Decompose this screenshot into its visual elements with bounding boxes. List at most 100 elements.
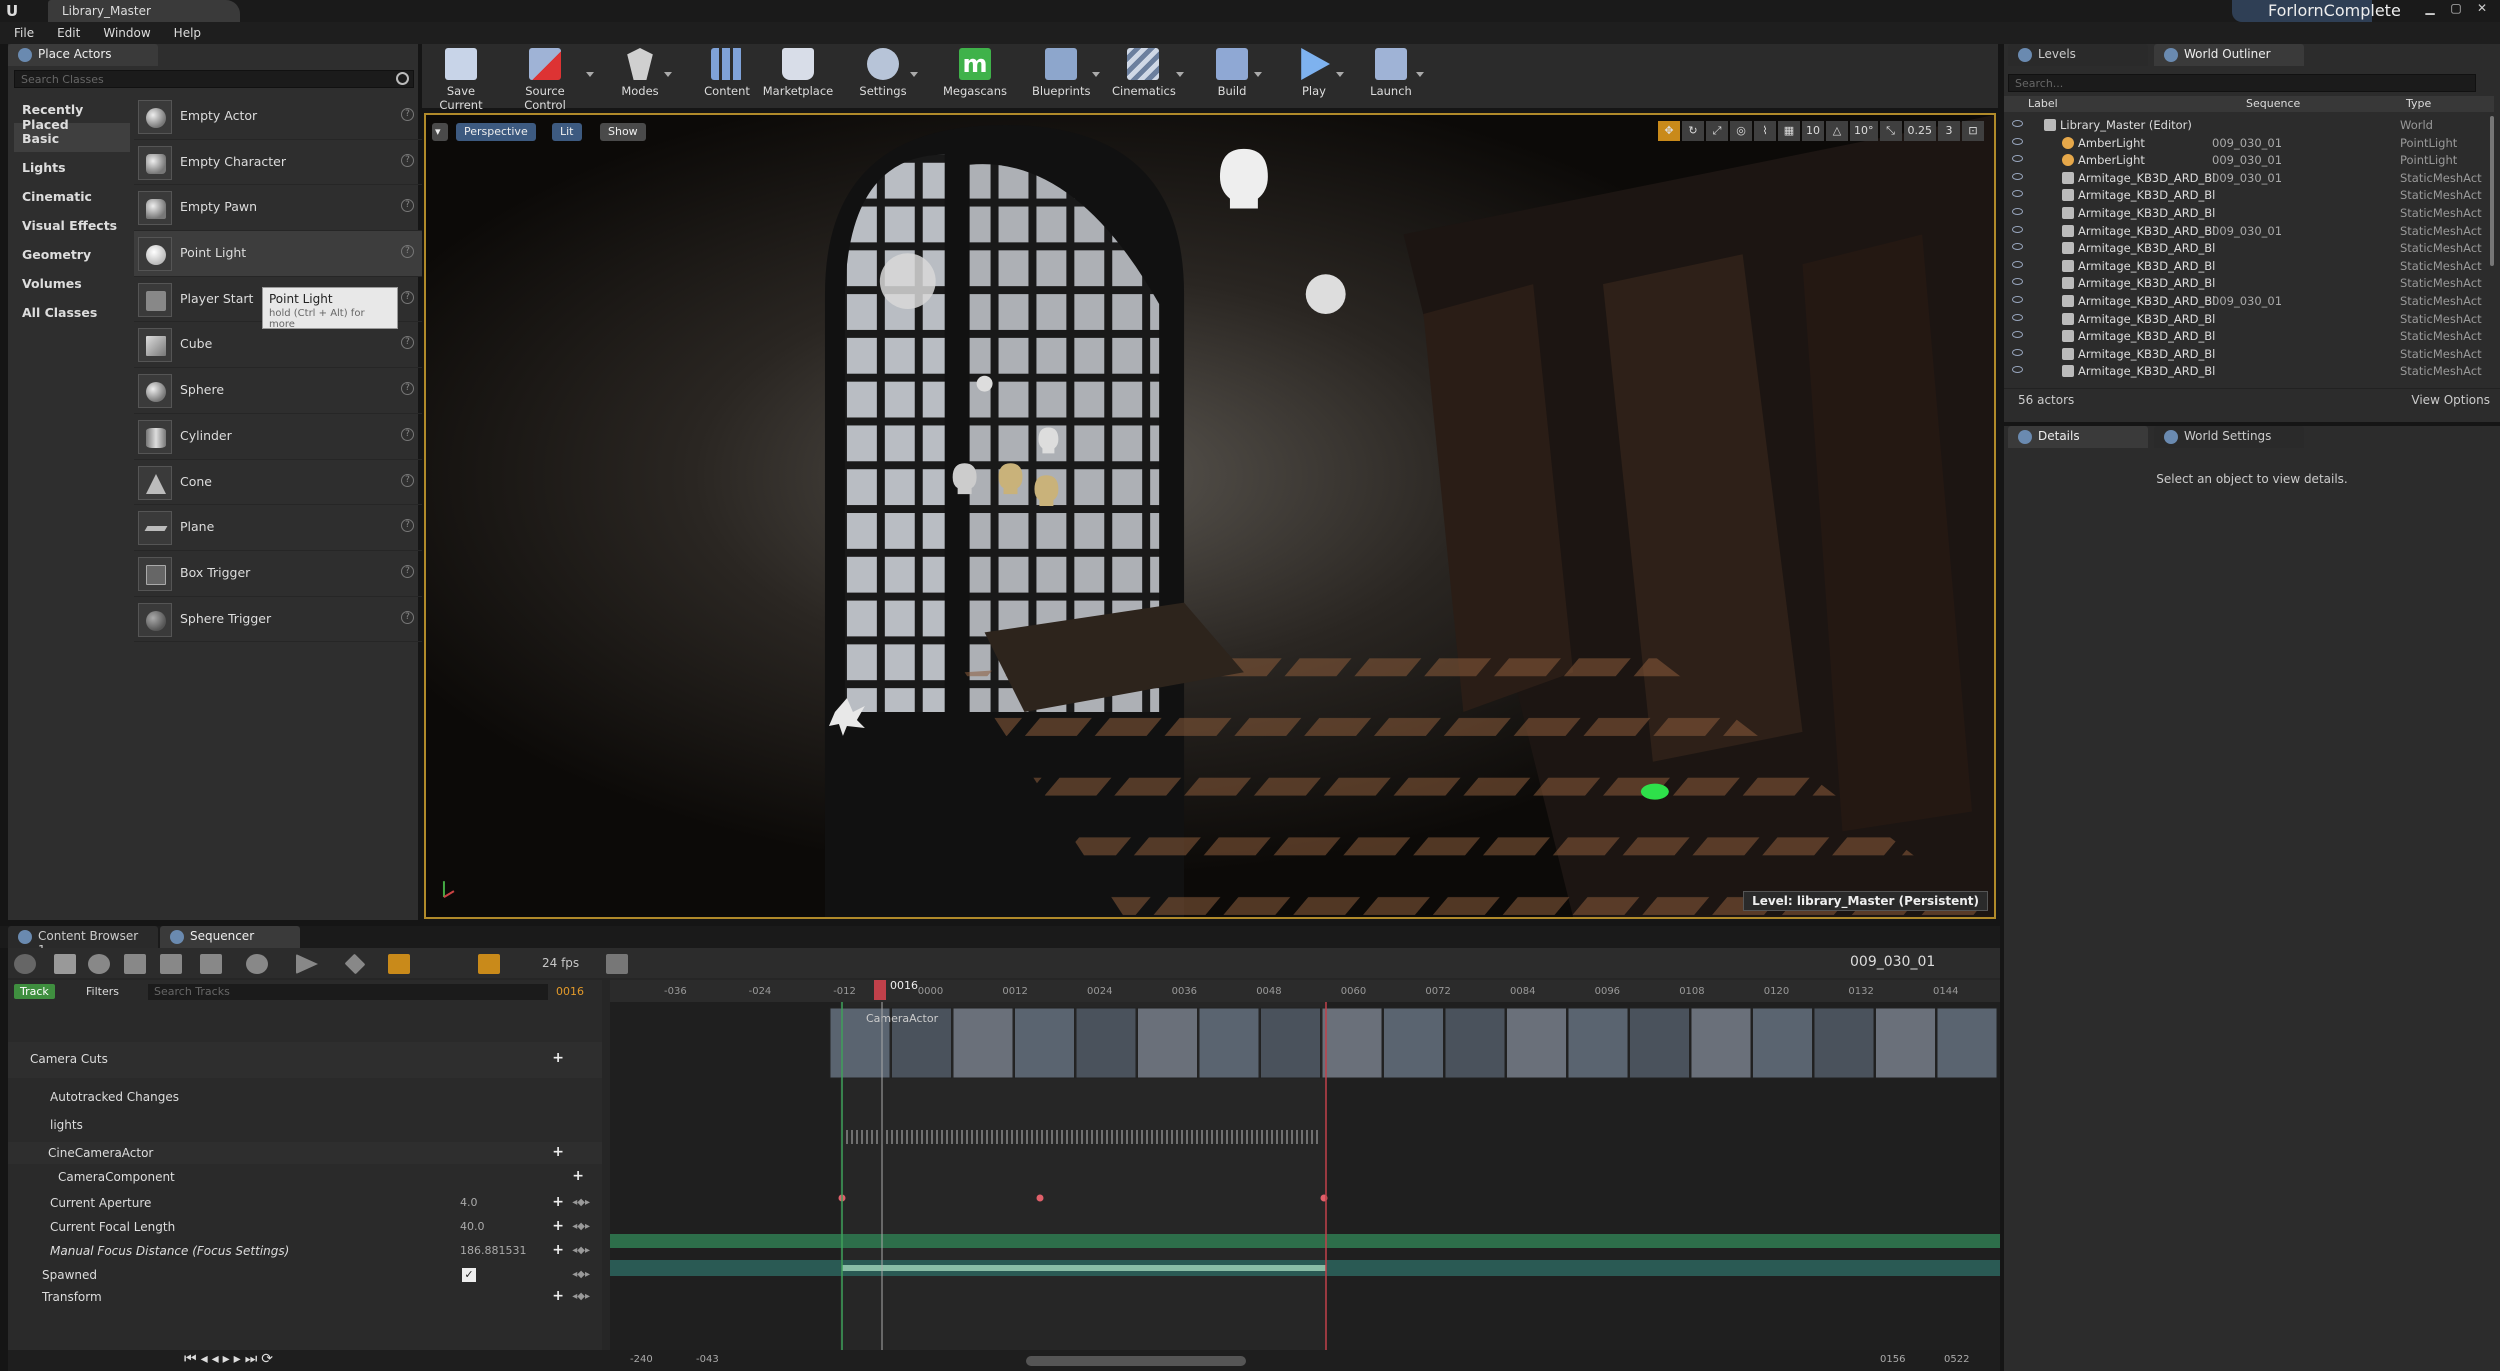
- chevron-down-icon[interactable]: [1254, 72, 1262, 77]
- maximize-icon[interactable]: ▢: [2444, 1, 2468, 15]
- menu-help[interactable]: Help: [160, 22, 210, 40]
- fps-selector[interactable]: 24 fps: [542, 956, 579, 970]
- settings-button[interactable]: Settings: [858, 48, 918, 106]
- megascans-button[interactable]: m Megascans: [942, 48, 1008, 106]
- scene-render[interactable]: [426, 115, 1994, 917]
- visibility-eye-icon[interactable]: [2012, 120, 2023, 127]
- track-spawned[interactable]: Spawned ✓ ◂◆▸: [8, 1264, 602, 1286]
- visibility-eye-icon[interactable]: [2012, 366, 2023, 374]
- visibility-eye-icon[interactable]: [2012, 313, 2023, 321]
- visibility-eye-icon[interactable]: [2012, 260, 2023, 268]
- marketplace-button[interactable]: Marketplace: [762, 48, 834, 106]
- help-icon[interactable]: ?: [401, 153, 414, 167]
- column-label[interactable]: Label: [2028, 97, 2058, 110]
- key-icon[interactable]: [344, 953, 366, 975]
- add-icon[interactable]: +: [552, 1050, 564, 1066]
- visibility-eye-icon[interactable]: [2012, 348, 2023, 356]
- translate-tool-icon[interactable]: ✥: [1658, 121, 1680, 141]
- visibility-eye-icon[interactable]: [2012, 172, 2023, 180]
- add-key-icon[interactable]: +: [552, 1218, 564, 1234]
- actor-item-cone[interactable]: Cone?: [134, 460, 422, 506]
- world-space-icon[interactable]: ◎: [1730, 121, 1752, 141]
- visibility-eye-icon[interactable]: [2012, 295, 2023, 303]
- help-icon[interactable]: ?: [401, 336, 414, 350]
- key-nav-icon[interactable]: ◂◆▸: [572, 1197, 590, 1208]
- time-ruler[interactable]: -036 -024 -012 0000 0012 0024 0036 0048 0060 0072…: [610, 980, 2000, 1002]
- column-sequence[interactable]: Sequence: [2246, 97, 2300, 110]
- search-icon[interactable]: [396, 72, 409, 85]
- lit-button[interactable]: Lit: [552, 123, 582, 141]
- outliner-row[interactable]: Armitage_KB3D_ARD_Bldg StaticMeshAct: [2004, 310, 2494, 328]
- track-camera-component[interactable]: CameraComponent +: [8, 1166, 602, 1188]
- track-lights-folder[interactable]: lights: [8, 1114, 602, 1136]
- visibility-eye-icon[interactable]: [2012, 137, 2023, 145]
- category-volumes[interactable]: Volumes: [14, 268, 130, 297]
- timeline-scrollbar[interactable]: [1026, 1356, 1246, 1366]
- tab-levels[interactable]: Levels: [2008, 44, 2148, 66]
- visibility-eye-icon[interactable]: [2012, 278, 2023, 286]
- spawned-checkbox[interactable]: ✓: [462, 1268, 476, 1282]
- add-icon[interactable]: +: [552, 1144, 564, 1160]
- focal-length-value[interactable]: 40.0: [460, 1220, 485, 1233]
- surface-snap-icon[interactable]: ⌇: [1754, 121, 1776, 141]
- minimize-icon[interactable]: ▁: [2418, 1, 2442, 15]
- chevron-down-icon[interactable]: [910, 72, 918, 77]
- visibility-eye-icon[interactable]: [2012, 225, 2023, 233]
- grid-snap-value[interactable]: 10: [1802, 121, 1824, 141]
- visibility-eye-icon[interactable]: [2012, 155, 2023, 163]
- outliner-row[interactable]: Armitage_KB3D_ARD_Bldg StaticMeshAct: [2004, 257, 2494, 275]
- help-icon[interactable]: ?: [401, 610, 414, 624]
- playhead-handle[interactable]: [874, 980, 886, 1000]
- search-icon[interactable]: [88, 954, 110, 974]
- rotate-tool-icon[interactable]: ↻: [1682, 121, 1704, 141]
- filters-button[interactable]: Filters: [86, 985, 119, 998]
- maximize-viewport-icon[interactable]: ⊡: [1962, 121, 1984, 141]
- track-current-aperture[interactable]: Current Aperture 4.0 + ◂◆▸: [8, 1192, 602, 1214]
- build-button[interactable]: Build: [1212, 48, 1262, 106]
- track-manual-focus-distance[interactable]: Manual Focus Distance (Focus Settings) 18…: [8, 1240, 602, 1262]
- rotation-snap-icon[interactable]: △: [1826, 121, 1848, 141]
- chevron-down-icon[interactable]: [664, 72, 672, 77]
- visibility-eye-icon[interactable]: [2012, 331, 2023, 339]
- visibility-eye-icon[interactable]: [2012, 190, 2023, 198]
- actor-item-empty-pawn[interactable]: Empty Pawn?: [134, 185, 422, 232]
- chevron-down-icon[interactable]: [1092, 72, 1100, 77]
- category-geometry[interactable]: Geometry: [14, 239, 130, 268]
- viewport-options-button[interactable]: ▾: [432, 123, 448, 141]
- outliner-row[interactable]: Armitage_KB3D_ARD_Bldg StaticMeshAct: [2004, 186, 2494, 204]
- category-cinematic[interactable]: Cinematic: [14, 181, 130, 210]
- level-viewport[interactable]: ▾ Perspective Lit Show ✥ ↻ ⤢ ◎ ⌇ ▦ 10 △ 10° ⤡ 0.25…: [424, 113, 1996, 919]
- aperture-value[interactable]: 4.0: [460, 1196, 478, 1209]
- menu-window[interactable]: Window: [89, 22, 159, 40]
- eye-icon[interactable]: [246, 954, 268, 974]
- actor-item-point-light[interactable]: Point Light?: [134, 231, 422, 277]
- view-end-field[interactable]: 0156: [1880, 1354, 1905, 1365]
- window-tab[interactable]: Library_Master: [48, 0, 240, 22]
- tab-details[interactable]: Details: [2008, 426, 2148, 448]
- help-icon[interactable]: ?: [401, 108, 414, 121]
- key-nav-icon[interactable]: ◂◆▸: [572, 1221, 590, 1232]
- category-lights[interactable]: Lights: [14, 152, 130, 181]
- category-recently-placed[interactable]: Recently Placed: [14, 94, 130, 132]
- menu-edit[interactable]: Edit: [43, 22, 89, 40]
- sequence-name[interactable]: 009_030_01: [1850, 954, 1935, 970]
- outliner-scrollbar[interactable]: [2490, 116, 2494, 266]
- tab-world-outliner[interactable]: World Outliner: [2154, 44, 2304, 66]
- range-start-field[interactable]: -240: [630, 1354, 653, 1365]
- help-icon[interactable]: ?: [401, 245, 414, 259]
- outliner-row[interactable]: Armitage_KB3D_ARD_Bldg StaticMeshAct: [2004, 274, 2494, 292]
- view-start-field[interactable]: -043: [696, 1354, 719, 1365]
- outliner-row[interactable]: AmberLight 009_030_01 PointLight: [2004, 134, 2494, 152]
- blueprints-button[interactable]: Blueprints: [1032, 48, 1100, 106]
- visibility-eye-icon[interactable]: [2012, 243, 2023, 251]
- help-icon[interactable]: ?: [401, 290, 414, 304]
- help-icon[interactable]: ?: [401, 564, 414, 578]
- actor-item-sphere[interactable]: Sphere?: [134, 368, 422, 414]
- grid-snap-icon[interactable]: ▦: [1778, 121, 1800, 141]
- content-button[interactable]: Content: [704, 48, 750, 106]
- actor-item-empty-actor[interactable]: Empty Actor?: [134, 94, 422, 140]
- outliner-row[interactable]: AmberLight 009_030_01 PointLight: [2004, 151, 2494, 169]
- add-key-icon[interactable]: +: [552, 1288, 564, 1304]
- outliner-row[interactable]: Armitage_KB3D_ARD_Bldg StaticMeshAct: [2004, 327, 2494, 345]
- save-current-button[interactable]: Save Current: [430, 48, 492, 112]
